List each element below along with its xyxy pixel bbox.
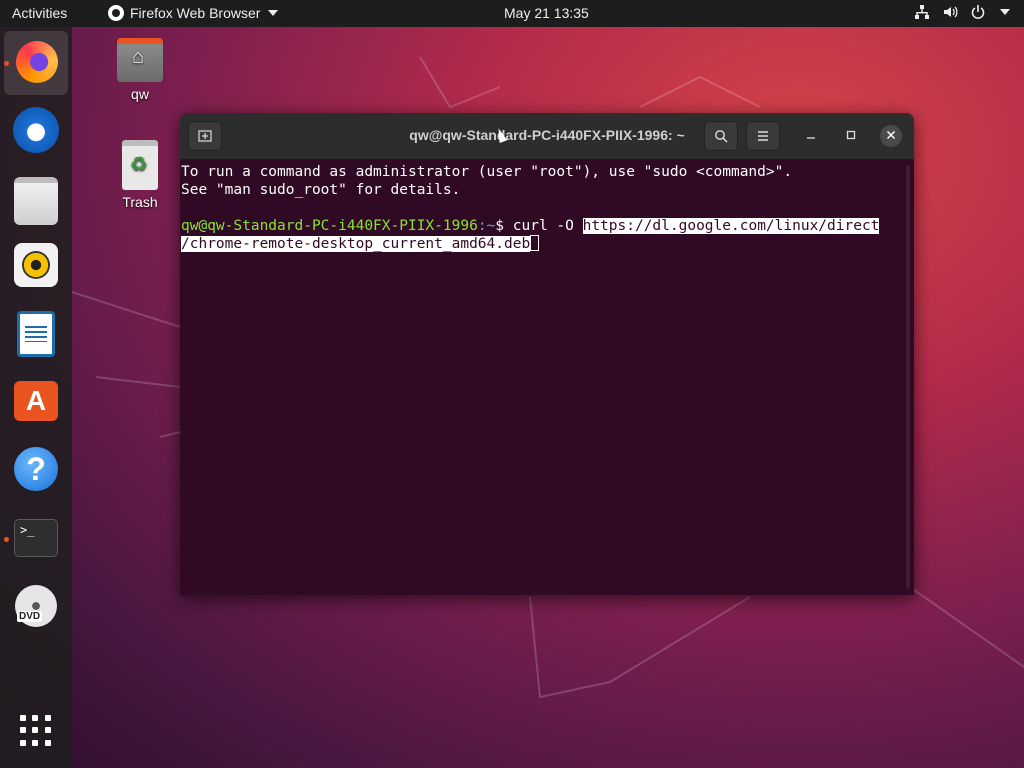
- hamburger-icon: [758, 131, 768, 141]
- terminal-output[interactable]: To run a command as administrator (user …: [181, 163, 901, 593]
- terminal-window[interactable]: qw@qw-Standard-PC-i440FX-PIIX-1996: ~ To…: [180, 113, 914, 595]
- dock: A ? >_ DVD: [0, 27, 72, 768]
- minimize-button[interactable]: [800, 125, 822, 147]
- search-button[interactable]: [704, 121, 738, 151]
- thunderbird-icon: [13, 107, 59, 153]
- desktop-trash-label: Trash: [122, 194, 158, 210]
- firefox-icon: [16, 41, 58, 83]
- volume-icon: [942, 4, 958, 20]
- close-button[interactable]: [880, 125, 902, 147]
- help-icon: ?: [14, 447, 58, 491]
- dock-software[interactable]: A: [14, 381, 62, 429]
- chevron-down-icon: [268, 10, 279, 16]
- activities-button[interactable]: Activities: [12, 5, 67, 21]
- terminal-prompt-line: qw@qw-Standard-PC-i440FX-PIIX-1996:~$ cu…: [181, 217, 901, 235]
- files-icon: [14, 177, 58, 225]
- dock-rhythmbox[interactable]: [14, 243, 62, 291]
- search-icon: [715, 130, 728, 143]
- menu-button[interactable]: [746, 121, 780, 151]
- power-icon: [970, 4, 986, 20]
- terminal-prompt-line-wrap: /chrome-remote-desktop_current_amd64.deb: [181, 235, 901, 253]
- terminal-icon: >_: [14, 519, 58, 557]
- command-text: curl -O: [512, 218, 583, 234]
- dock-terminal[interactable]: >_: [14, 519, 62, 567]
- dock-dvd[interactable]: DVD: [15, 585, 63, 633]
- terminal-scrollbar[interactable]: [906, 165, 910, 589]
- dock-thunderbird[interactable]: [13, 107, 61, 155]
- dock-help[interactable]: ?: [14, 447, 62, 495]
- terminal-header-bar[interactable]: qw@qw-Standard-PC-i440FX-PIIX-1996: ~: [180, 113, 914, 160]
- dvd-icon: DVD: [15, 585, 57, 627]
- terminal-cursor: [530, 235, 540, 251]
- app-menu[interactable]: Firefox Web Browser: [108, 5, 279, 21]
- show-applications-button[interactable]: [20, 715, 68, 763]
- chevron-down-icon: [1000, 9, 1010, 15]
- app-menu-label: Firefox Web Browser: [130, 5, 261, 21]
- maximize-button[interactable]: [840, 125, 862, 147]
- prompt-symbol: $: [495, 218, 513, 234]
- desktop-home-label: qw: [131, 86, 149, 102]
- writer-icon: [17, 311, 55, 357]
- prompt-user: qw@qw-Standard-PC-i440FX-PIIX-1996: [181, 218, 478, 234]
- software-store-icon: A: [14, 381, 58, 421]
- top-bar: Activities Firefox Web Browser May 21 13…: [0, 0, 1024, 27]
- minimize-icon: [807, 137, 815, 139]
- home-folder-icon: [117, 38, 163, 82]
- dock-firefox[interactable]: [4, 31, 68, 95]
- running-indicator: [4, 537, 9, 542]
- app-grid-icon: [20, 715, 52, 747]
- network-icon: [914, 4, 930, 20]
- dock-files[interactable]: [14, 177, 62, 225]
- dvd-label: DVD: [17, 611, 43, 622]
- rhythmbox-icon: [14, 243, 58, 287]
- trash-icon: [122, 140, 158, 190]
- desktop-trash[interactable]: Trash: [105, 140, 175, 210]
- prompt-path: :~: [477, 218, 496, 234]
- system-tray[interactable]: [914, 4, 1010, 20]
- selected-url-text-wrap: /chrome-remote-desktop_current_amd64.deb: [181, 236, 531, 252]
- dock-writer[interactable]: [17, 311, 65, 359]
- maximize-icon: [846, 130, 856, 140]
- terminal-line: To run a command as administrator (user …: [181, 164, 793, 180]
- desktop-home-folder[interactable]: qw: [105, 38, 175, 102]
- clock[interactable]: May 21 13:35: [504, 5, 589, 21]
- selected-url-text: https://dl.google.com/linux/direct: [582, 218, 880, 234]
- terminal-line: See "man sudo_root" for details.: [181, 182, 461, 198]
- close-icon: [886, 130, 896, 140]
- running-indicator: [4, 61, 9, 66]
- firefox-icon: [108, 5, 124, 21]
